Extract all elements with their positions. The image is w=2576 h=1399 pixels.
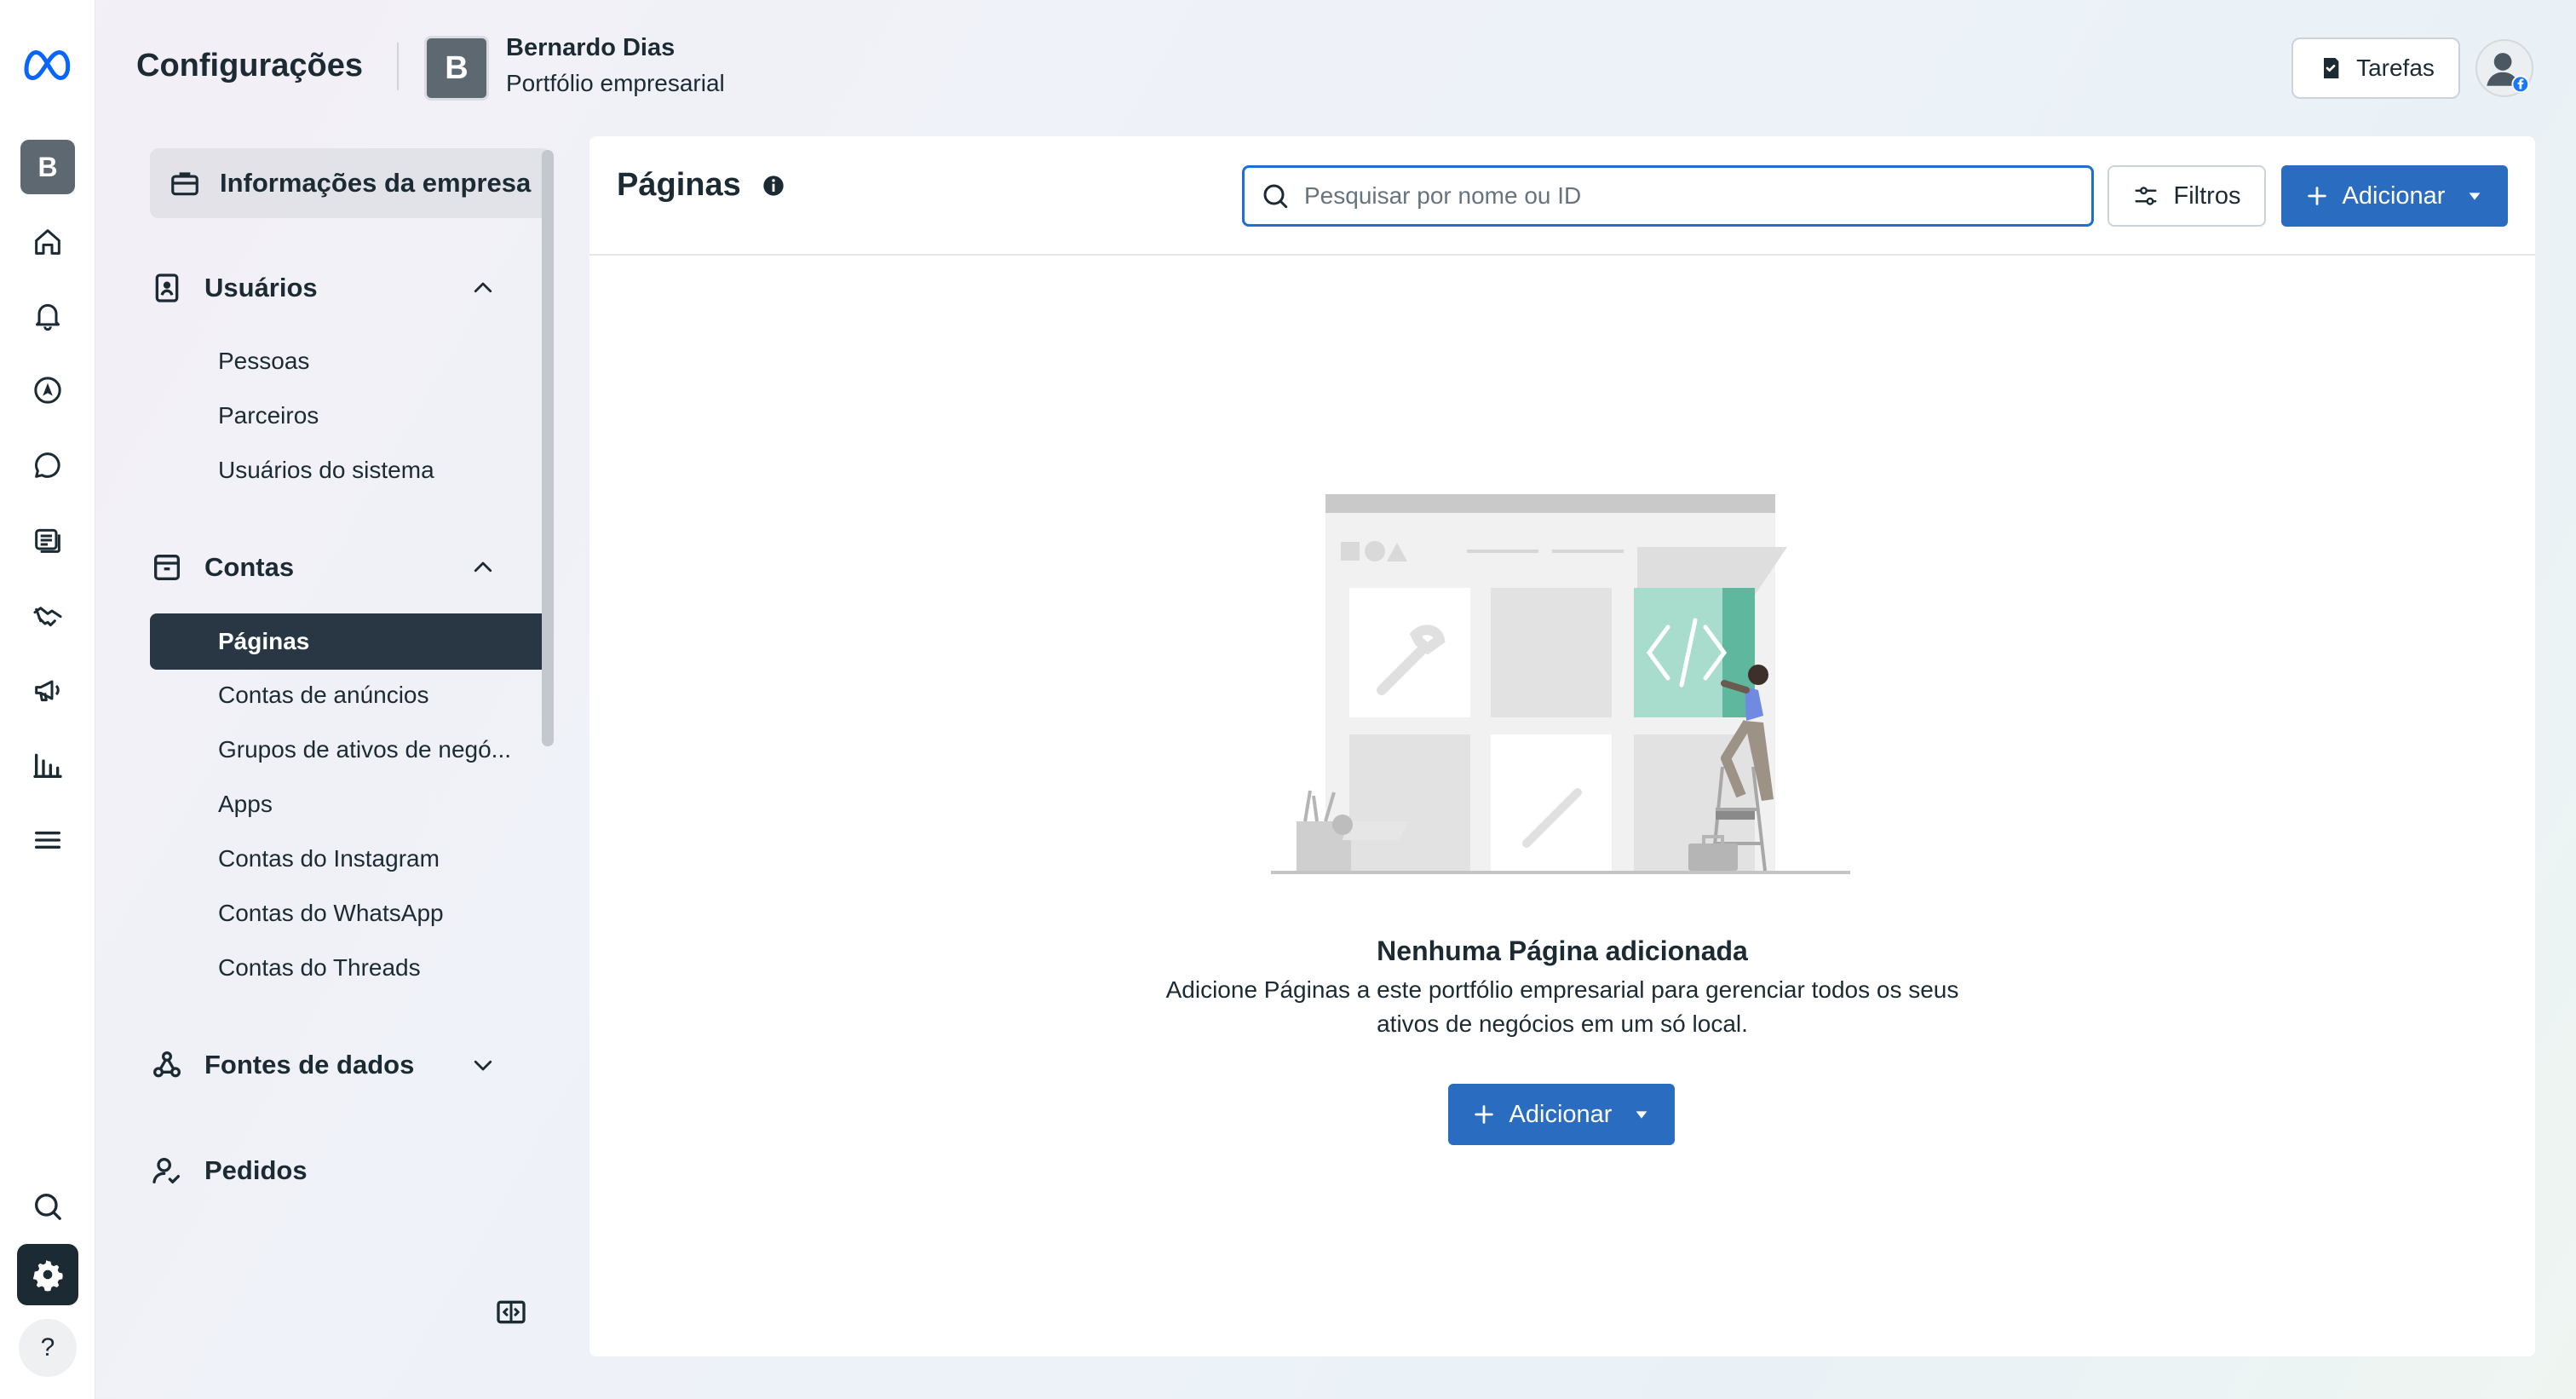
sidebar-section-label: Pedidos — [204, 1155, 308, 1185]
search-field[interactable] — [1242, 165, 2094, 227]
chevron-down-icon — [474, 1060, 492, 1071]
bell-icon[interactable] — [17, 285, 78, 346]
sidebar-section-label: Usuários — [204, 273, 318, 302]
menu-icon[interactable] — [17, 809, 78, 871]
add-label: Adicionar — [2342, 181, 2446, 210]
main-toolbar: Páginas Filtros Adicionar — [589, 136, 2535, 256]
chevron-up-icon — [474, 282, 492, 293]
content-icon[interactable] — [17, 510, 78, 571]
page-title: Configurações — [136, 48, 364, 83]
sidebar-section-requests[interactable]: Pedidos — [150, 1137, 496, 1205]
help-icon[interactable]: ? — [19, 1319, 77, 1377]
sidebar-section-data-sources[interactable]: Fontes de dados — [150, 1031, 496, 1099]
filters-button[interactable]: Filtros — [2107, 165, 2266, 227]
search-input[interactable] — [1304, 182, 2071, 210]
sidebar-scrollbar[interactable] — [542, 150, 554, 746]
home-icon[interactable] — [17, 211, 78, 273]
empty-state-description: Adicione Páginas a este portfólio empres… — [1128, 973, 1997, 1041]
info-icon[interactable] — [762, 174, 785, 198]
meta-logo-icon[interactable] — [17, 32, 78, 94]
sliders-icon — [2135, 187, 2157, 205]
sidebar-item-label: Informações da empresa — [220, 168, 532, 198]
user-avatar[interactable] — [2475, 39, 2533, 97]
data-sources-icon — [153, 1051, 181, 1078]
person-icon — [2487, 53, 2530, 94]
chat-bubble-icon[interactable] — [17, 435, 78, 496]
megaphone-icon[interactable] — [17, 659, 78, 721]
plus-icon — [1474, 1105, 1493, 1124]
section-title: Páginas — [617, 167, 741, 203]
sidebar-item-threads-accounts[interactable]: Contas do Threads — [218, 944, 610, 992]
id-badge-icon — [155, 273, 179, 302]
caret-down-icon — [1636, 1111, 1647, 1119]
sidebar-item-apps[interactable]: Apps — [218, 780, 610, 828]
caret-down-icon — [2470, 193, 2481, 200]
empty-state-title: Nenhuma Página adicionada — [1377, 936, 1748, 966]
business-avatar-rail[interactable]: B — [20, 140, 75, 194]
sidebar-section-accounts[interactable]: Contas — [150, 533, 496, 602]
handshake-icon[interactable] — [17, 584, 78, 646]
tasks-button[interactable]: Tarefas — [2291, 37, 2460, 99]
add-button[interactable]: Adicionar — [2281, 165, 2508, 227]
search-icon[interactable] — [17, 1176, 78, 1237]
sidebar-section-label: Fontes de dados — [204, 1050, 415, 1079]
tasks-label: Tarefas — [2356, 55, 2435, 81]
main-panel: Páginas Filtros Adicionar — [589, 136, 2535, 1356]
sidebar-section-users[interactable]: Usuários — [150, 254, 496, 322]
business-subtitle: Portfólio empresarial — [506, 70, 725, 96]
sidebar-item-business-info[interactable]: Informações da empresa — [150, 148, 550, 218]
tasks-icon — [2324, 58, 2339, 78]
filters-label: Filtros — [2173, 181, 2241, 210]
compass-icon[interactable] — [17, 360, 78, 421]
person-check-icon — [152, 1158, 180, 1183]
add-label: Adicionar — [1509, 1100, 1613, 1128]
briefcase-icon — [171, 172, 198, 196]
empty-state-add-button[interactable]: Adicionar — [1448, 1084, 1675, 1145]
empty-state-description-line: Adicione Páginas a este portfólio empres… — [1165, 976, 1959, 1003]
business-avatar[interactable]: B — [424, 36, 489, 101]
left-rail: B ? — [0, 0, 95, 1399]
sidebar-item-whatsapp-accounts[interactable]: Contas do WhatsApp — [218, 889, 610, 937]
chevron-up-icon — [474, 561, 492, 573]
search-icon — [1263, 184, 1288, 209]
empty-state-illustration — [1271, 494, 1850, 874]
empty-state-description-line: ativos de negócios em um só local. — [1377, 1010, 1748, 1037]
bar-chart-icon[interactable] — [17, 734, 78, 796]
sidebar-section-label: Contas — [204, 552, 295, 582]
gear-icon[interactable] — [17, 1244, 78, 1305]
settings-sidebar: Informações da empresa Usuários Pessoas … — [95, 136, 566, 1355]
archive-icon — [154, 555, 180, 580]
sidebar-item-instagram-accounts[interactable]: Contas do Instagram — [218, 835, 610, 883]
collapse-sidebar-icon[interactable] — [494, 1295, 528, 1329]
header-divider — [397, 43, 399, 90]
business-name[interactable]: Bernardo Dias — [506, 34, 675, 62]
plus-icon — [2307, 187, 2326, 205]
